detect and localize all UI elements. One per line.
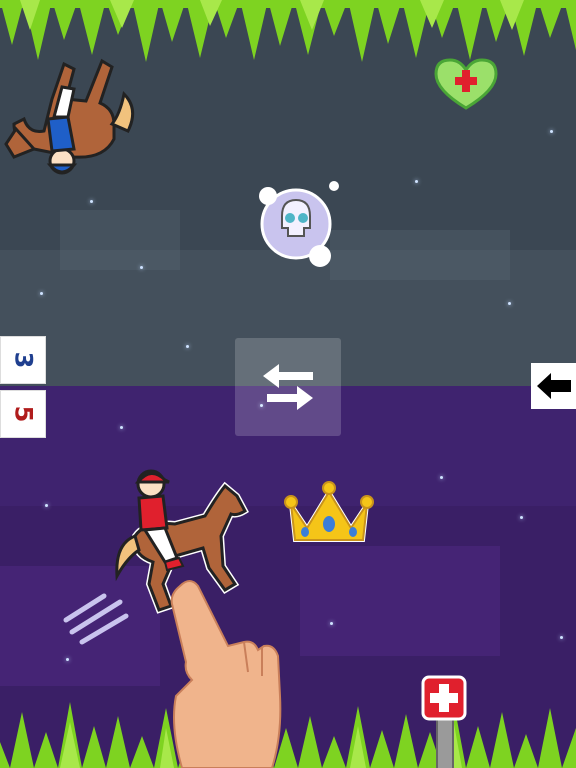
score-top-player: 3 (0, 336, 46, 384)
star (440, 476, 443, 479)
crown-icon[interactable] (283, 478, 375, 548)
swap-arrows-icon (263, 364, 313, 410)
star (120, 426, 123, 429)
score-top-value: 3 (8, 351, 37, 369)
pixel-nebula (300, 546, 500, 656)
top-play-area[interactable] (0, 0, 576, 386)
star (508, 302, 511, 305)
star (90, 200, 93, 203)
star (186, 345, 189, 348)
star (45, 504, 48, 507)
star (415, 180, 418, 183)
star (550, 130, 553, 133)
green-heart-health-icon[interactable] (432, 56, 500, 112)
exit-button[interactable] (531, 363, 576, 409)
pixel-cloud (60, 210, 180, 270)
star (66, 658, 69, 661)
health-sign-post (436, 714, 454, 768)
arrow-left-icon (536, 373, 571, 399)
swap-button[interactable] (235, 338, 341, 436)
score-bottom-player: 5 (0, 390, 46, 438)
bottom-play-area[interactable] (0, 386, 576, 768)
pointing-hand-icon (170, 580, 282, 768)
star (40, 292, 43, 295)
score-bottom-value: 5 (8, 405, 37, 423)
health-plus-sign-icon[interactable] (421, 675, 467, 721)
star (560, 636, 563, 639)
star (520, 516, 523, 519)
pixel-cloud (330, 230, 510, 280)
star (140, 266, 143, 269)
star (330, 622, 333, 625)
skull-cloud-icon (259, 181, 339, 267)
top-jockey-horse (4, 58, 135, 175)
